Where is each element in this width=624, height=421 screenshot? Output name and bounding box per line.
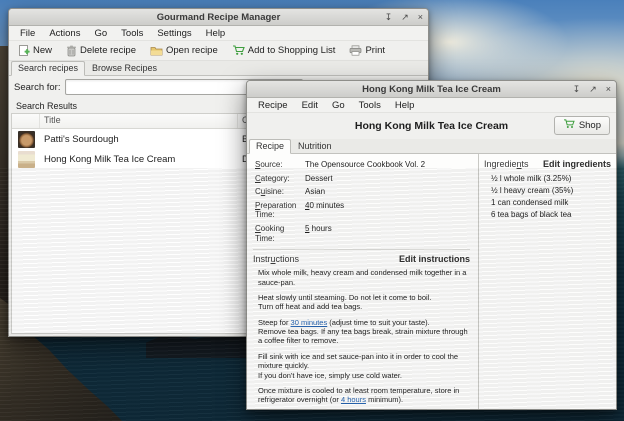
pin-icon[interactable]: ↧	[573, 85, 581, 94]
category-label: Category:	[255, 174, 299, 184]
shopping-cart-icon	[232, 45, 245, 56]
instructions-heading: Instructions	[253, 254, 299, 264]
ingredients-list: ½ l whole milk (3.25%) ½ l heavy cream (…	[484, 173, 611, 221]
search-for-label: Search for:	[14, 82, 60, 93]
shopping-cart-icon	[563, 119, 575, 132]
maximize-icon[interactable]: ↗	[589, 85, 597, 94]
ingredient-item: ½ l heavy cream (35%)	[491, 185, 611, 197]
tab-recipe[interactable]: Recipe	[249, 139, 291, 154]
add-to-shopping-list-button[interactable]: Add to Shopping List	[227, 43, 341, 58]
recipe-details-pane: Source: The Opensource Cookbook Vol. 2 C…	[247, 154, 478, 409]
instruction-paragraph: Mix whole milk, heavy cream and condense…	[253, 268, 470, 287]
prep-time-label: Preparation Time:	[255, 201, 299, 220]
recipe-tabbar: Recipe Nutrition	[247, 139, 616, 154]
shop-button[interactable]: Shop	[554, 116, 610, 135]
menu-actions[interactable]: Actions	[43, 27, 86, 40]
menu-recipe[interactable]: Recipe	[252, 99, 294, 112]
main-toolbar: New Delete recipe Open recipe Add to Sho…	[9, 41, 428, 61]
tab-browse-recipes[interactable]: Browse Recipes	[85, 61, 164, 76]
tab-nutrition[interactable]: Nutrition	[291, 139, 339, 154]
print-button[interactable]: Print	[344, 43, 390, 58]
source-value: The Opensource Cookbook Vol. 2	[305, 160, 470, 170]
main-window-controls: ↧ ↗ ×	[385, 9, 423, 26]
menu-edit[interactable]: Edit	[296, 99, 324, 112]
recipe-titlebar[interactable]: Hong Kong Milk Tea Ice Cream ↧ ↗ ×	[247, 81, 616, 98]
bread-thumbnail	[18, 131, 35, 148]
recipe-header: Hong Kong Milk Tea Ice Cream Shop	[247, 113, 616, 139]
new-button[interactable]: New	[13, 43, 57, 59]
edit-instructions-button[interactable]: Edit instructions	[399, 254, 470, 264]
ingredients-header: Ingredients Edit ingredients	[484, 159, 611, 169]
recipe-details-grid: Source: The Opensource Cookbook Vol. 2 C…	[253, 158, 470, 243]
category-value: Dessert	[305, 174, 470, 184]
trash-icon	[66, 45, 77, 57]
edit-ingredients-button[interactable]: Edit ingredients	[543, 159, 611, 169]
ingredients-heading: Ingredients	[484, 159, 529, 169]
close-icon[interactable]: ×	[418, 13, 423, 22]
instruction-paragraph: Once mixture is cooled to at least room …	[253, 386, 470, 405]
delete-recipe-button[interactable]: Delete recipe	[61, 43, 141, 59]
steep-time-link[interactable]: 30 minutes	[291, 318, 328, 327]
chill-time-link[interactable]: 4 hours	[341, 395, 366, 404]
cuisine-value: Asian	[305, 187, 470, 197]
cook-time-value: 5 hours	[305, 224, 470, 243]
ingredient-item: ½ l whole milk (3.25%)	[491, 173, 611, 185]
recipe-content: Source: The Opensource Cookbook Vol. 2 C…	[247, 154, 616, 409]
recipe-title-cell: Patti's Sourdough	[40, 134, 238, 145]
recipe-title-cell: Hong Kong Milk Tea Ice Cream	[40, 154, 238, 165]
tab-search-recipes[interactable]: Search recipes	[11, 61, 85, 76]
pin-icon[interactable]: ↧	[385, 13, 393, 22]
menu-settings[interactable]: Settings	[151, 27, 197, 40]
section-divider	[253, 249, 470, 250]
instruction-paragraph: Fill sink with ice and set sauce-pan int…	[253, 352, 470, 380]
instruction-paragraph: Heat slowly until steaming. Do not let i…	[253, 293, 470, 312]
menu-help[interactable]: Help	[389, 99, 421, 112]
menu-file[interactable]: File	[14, 27, 41, 40]
menu-tools[interactable]: Tools	[115, 27, 149, 40]
recipe-menubar: Recipe Edit Go Tools Help	[247, 98, 616, 113]
column-title[interactable]: Title	[40, 114, 238, 128]
menu-go[interactable]: Go	[88, 27, 113, 40]
ingredient-item: 1 can condensed milk	[491, 197, 611, 209]
cook-time-label: Cooking Time:	[255, 224, 299, 243]
menu-tools[interactable]: Tools	[353, 99, 387, 112]
recipe-window: Hong Kong Milk Tea Ice Cream ↧ ↗ × Recip…	[246, 80, 617, 410]
ingredients-pane: Ingredients Edit ingredients ½ l whole m…	[478, 154, 616, 409]
recipe-window-title: Hong Kong Milk Tea Ice Cream	[247, 84, 616, 95]
instruction-paragraph: Steep for 30 minutes (adjust time to sui…	[253, 318, 470, 346]
ice-cream-thumbnail	[18, 151, 35, 168]
instructions-header: Instructions Edit instructions	[253, 254, 470, 264]
main-window-title: Gourmand Recipe Manager	[9, 12, 428, 23]
new-page-icon	[18, 45, 30, 57]
main-menubar: File Actions Go Tools Settings Help	[9, 26, 428, 41]
menu-go[interactable]: Go	[326, 99, 351, 112]
printer-icon	[349, 45, 362, 56]
folder-icon	[150, 45, 163, 56]
recipe-window-controls: ↧ ↗ ×	[573, 81, 611, 98]
column-thumbnail[interactable]	[12, 114, 40, 128]
desktop-wallpaper: Gourmand Recipe Manager ↧ ↗ × File Actio…	[0, 0, 624, 421]
close-icon[interactable]: ×	[606, 85, 611, 94]
source-label: Source:	[255, 160, 299, 170]
ingredient-item: 6 tea bags of black tea	[491, 209, 611, 221]
prep-time-value: 40 minutes	[305, 201, 470, 220]
cuisine-label: Cuisine:	[255, 187, 299, 197]
open-recipe-button[interactable]: Open recipe	[145, 43, 223, 58]
recipe-heading: Hong Kong Milk Tea Ice Cream	[355, 120, 508, 132]
main-tabbar: Search recipes Browse Recipes	[9, 61, 428, 76]
menu-help[interactable]: Help	[200, 27, 232, 40]
main-titlebar[interactable]: Gourmand Recipe Manager ↧ ↗ ×	[9, 9, 428, 26]
maximize-icon[interactable]: ↗	[401, 13, 409, 22]
